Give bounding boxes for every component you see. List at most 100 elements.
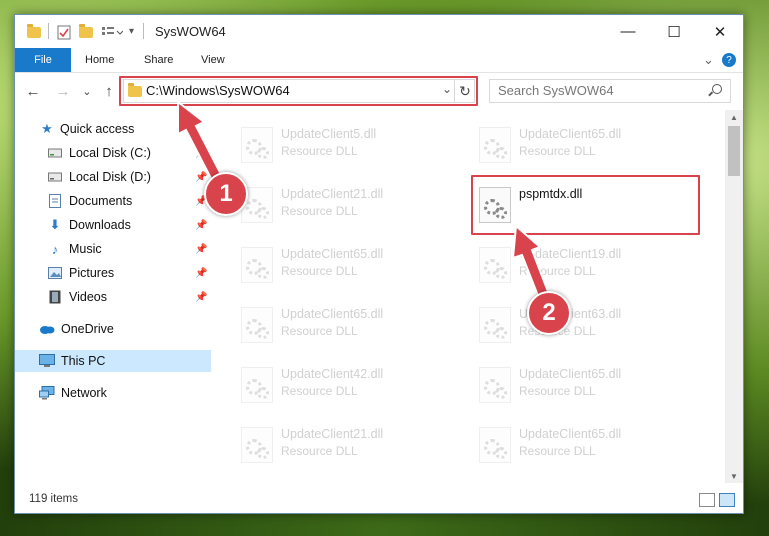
file-list: UpdateClient5.dll Resource DLL UpdateCli… (211, 110, 725, 483)
download-icon: ⬇ (49, 217, 61, 232)
tiles-view-icon[interactable] (719, 493, 735, 507)
dll-file-icon (241, 427, 273, 463)
videos-icon (47, 290, 63, 304)
forward-button[interactable]: → (53, 81, 73, 101)
drive-icon (47, 170, 63, 184)
file-type: Resource DLL (519, 384, 596, 398)
pin-icon[interactable]: 📌 (195, 268, 207, 279)
file-type: Resource DLL (281, 444, 358, 458)
sidebar-item-local-disk-d[interactable]: Local Disk (D:) 📌 (15, 166, 211, 188)
file-item[interactable]: UpdateClient65.dll Resource DLL (457, 360, 695, 406)
divider (143, 23, 144, 39)
file-name: UpdateClient42.dll (281, 367, 384, 381)
file-item[interactable]: UpdateClient65.dll Resource DLL (457, 420, 695, 466)
file-name: UpdateClient5.dll (281, 127, 377, 141)
scroll-thumb[interactable] (728, 126, 740, 176)
computer-icon (39, 354, 55, 368)
star-icon: ★ (41, 121, 53, 136)
file-type: Resource DLL (281, 384, 358, 398)
cloud-icon (39, 322, 55, 336)
file-name: UpdateClient21.dll (281, 427, 384, 441)
file-item[interactable]: UpdateClient19.dll Resource DLL (457, 240, 695, 286)
sidebar-item-this-pc[interactable]: This PC (15, 350, 211, 372)
dll-file-icon (479, 307, 511, 343)
pin-icon[interactable]: 📌 (195, 244, 207, 255)
network-icon (39, 386, 55, 400)
scroll-down-icon[interactable]: ▼ (725, 469, 743, 483)
customize-toolbar-icon[interactable] (101, 24, 124, 40)
sidebar-item-documents[interactable]: Documents 📌 (15, 190, 211, 212)
file-name: UpdateClient65.dll (281, 247, 384, 261)
sidebar-item-label: Local Disk (C:) (69, 146, 151, 160)
file-name: UpdateClient19.dll (519, 247, 622, 261)
tab-file[interactable]: File (15, 48, 71, 72)
file-item[interactable]: UpdateClient21.dll Resource DLL (219, 420, 457, 466)
ribbon-collapse-icon[interactable]: ⌄ (703, 48, 714, 72)
window-title: SysWOW64 (155, 24, 226, 39)
music-icon: ♪ (51, 241, 59, 257)
close-button[interactable]: ✕ (697, 15, 743, 48)
file-item[interactable]: UpdateClient21.dll Resource DLL (219, 180, 457, 226)
details-view-icon[interactable] (699, 493, 715, 507)
dll-file-icon (241, 367, 273, 403)
address-bar-highlight (119, 76, 478, 106)
back-button[interactable]: ← (23, 81, 43, 101)
dll-file-icon (479, 367, 511, 403)
dll-file-icon (479, 247, 511, 283)
up-button[interactable]: ↑ (99, 81, 119, 101)
sidebar-item-local-disk-c[interactable]: Local Disk (C:) 📌 (15, 142, 211, 164)
sidebar-item-label: Downloads (69, 218, 131, 232)
title-bar: ▾ SysWOW64 — ☐ ✕ (15, 15, 743, 48)
sidebar-item-label: Quick access (60, 122, 135, 136)
sidebar-item-label: This PC (61, 354, 106, 368)
file-type: Resource DLL (281, 264, 358, 278)
sidebar-item-network[interactable]: Network (15, 382, 211, 404)
ribbon-tabs: File Home Share View ⌄ ? (15, 48, 743, 72)
sidebar-item-onedrive[interactable]: OneDrive (15, 318, 211, 340)
file-item[interactable]: UpdateClient5.dll Resource DLL (219, 120, 457, 166)
dll-file-icon (479, 427, 511, 463)
sidebar-item-videos[interactable]: Videos 📌 (15, 286, 211, 308)
tab-view[interactable]: View (201, 48, 225, 72)
navigation-pane: ★ Quick access Local Disk (C:) 📌 Local D… (15, 110, 211, 483)
minimize-button[interactable]: — (605, 15, 651, 48)
file-item[interactable]: UpdateClient63.dll Resource DLL (457, 300, 695, 346)
quick-access-dropdown-icon[interactable]: ▾ (129, 26, 134, 42)
scroll-up-icon[interactable]: ▲ (725, 110, 743, 124)
step-2-badge: 2 (527, 291, 571, 335)
sidebar-item-pictures[interactable]: Pictures 📌 (15, 262, 211, 284)
properties-icon[interactable] (57, 24, 71, 40)
file-item[interactable]: UpdateClient42.dll Resource DLL (219, 360, 457, 406)
vertical-scrollbar[interactable]: ▲ ▼ (725, 110, 743, 483)
sidebar-item-downloads[interactable]: ⬇ Downloads 📌 (15, 214, 211, 236)
maximize-button[interactable]: ☐ (651, 15, 697, 48)
status-bar: 119 items (15, 487, 743, 513)
recent-locations-button[interactable]: ⌄ (77, 81, 97, 101)
documents-icon (47, 194, 63, 208)
tab-share[interactable]: Share (144, 48, 173, 72)
tab-home[interactable]: Home (85, 48, 114, 72)
file-item[interactable]: UpdateClient65.dll Resource DLL (219, 240, 457, 286)
drive-icon (47, 146, 63, 160)
item-count: 119 items (29, 493, 79, 505)
file-type: Resource DLL (519, 444, 596, 458)
file-name: UpdateClient65.dll (281, 307, 384, 321)
help-icon[interactable]: ? (722, 53, 736, 67)
pin-icon[interactable]: 📌 (195, 172, 207, 183)
sidebar-item-label: Videos (69, 290, 107, 304)
pin-icon[interactable]: 📌 (195, 148, 207, 159)
pin-icon[interactable]: 📌 (195, 220, 207, 231)
sidebar-item-quick-access[interactable]: ★ Quick access (15, 118, 211, 140)
sidebar-item-music[interactable]: ♪ Music 📌 (15, 238, 211, 260)
new-folder-icon[interactable] (79, 24, 93, 38)
file-item[interactable]: UpdateClient65.dll Resource DLL (457, 120, 695, 166)
file-type: Resource DLL (281, 204, 358, 218)
sidebar-item-label: Network (61, 386, 107, 400)
file-type: Resource DLL (281, 144, 358, 158)
divider (48, 23, 49, 39)
search-input[interactable]: Search SysWOW64 (489, 79, 731, 103)
file-item[interactable]: UpdateClient65.dll Resource DLL (219, 300, 457, 346)
dll-file-icon (241, 307, 273, 343)
file-type: Resource DLL (281, 324, 358, 338)
pin-icon[interactable]: 📌 (195, 292, 207, 303)
